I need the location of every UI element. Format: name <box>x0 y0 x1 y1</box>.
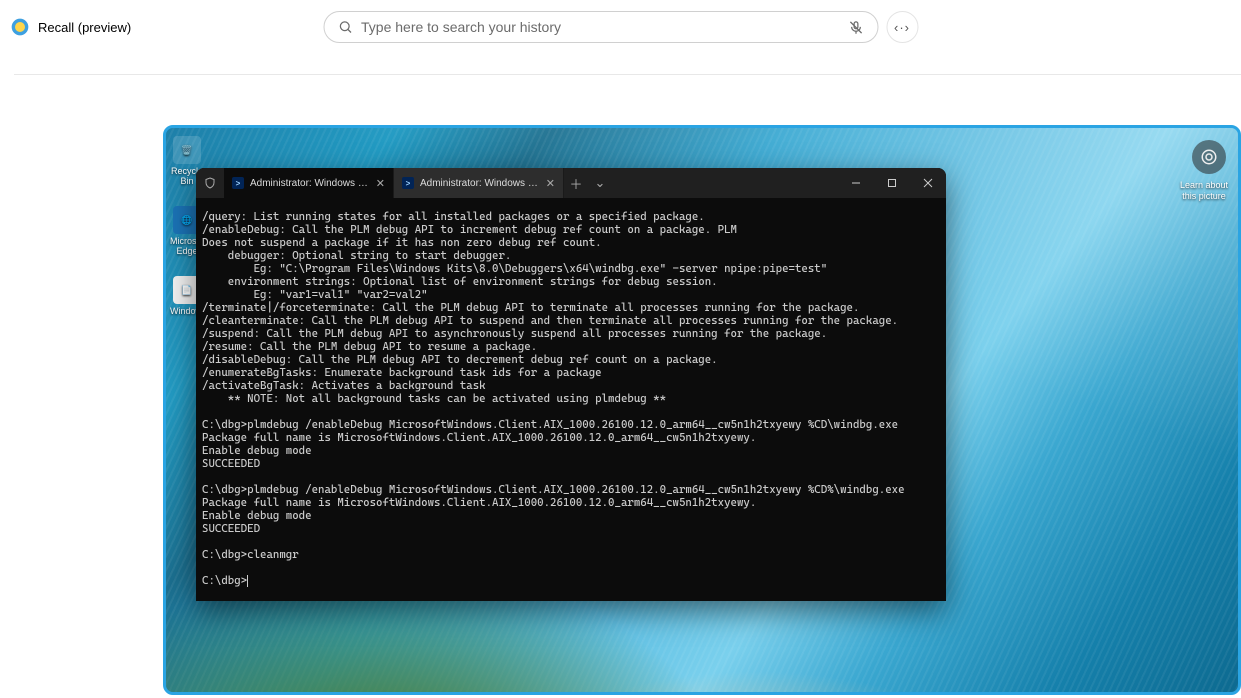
recall-logo-icon <box>10 17 30 37</box>
tab-dropdown-button[interactable]: ⌄ <box>588 175 612 191</box>
copilot-icon <box>1200 148 1218 166</box>
terminal-window: > Administrator: Windows Powe ✕ > Admini… <box>196 168 946 601</box>
terminal-output[interactable]: /query: List running states for all inst… <box>196 198 946 601</box>
window-controls <box>838 168 946 198</box>
close-icon <box>923 178 933 188</box>
recall-title: Recall (preview) <box>38 20 131 35</box>
powershell-icon: > <box>232 177 244 189</box>
powershell-icon: > <box>402 177 414 189</box>
terminal-titlebar[interactable]: > Administrator: Windows Powe ✕ > Admini… <box>196 168 946 198</box>
maximize-icon <box>887 178 897 188</box>
shield-icon <box>204 177 216 189</box>
search-placeholder: Type here to search your history <box>361 19 848 35</box>
maximize-button[interactable] <box>874 168 910 198</box>
recall-snapshot[interactable]: 🗑️ Recycle Bin 🌐 Microsoft Edge 📄 Window… <box>163 125 1241 695</box>
terminal-tabs: > Administrator: Windows Powe ✕ > Admini… <box>224 168 838 198</box>
terminal-system-menu[interactable] <box>196 177 224 189</box>
recall-header: Recall (preview) Type here to search you… <box>0 0 1241 54</box>
minimize-icon <box>851 178 861 188</box>
mic-off-icon[interactable] <box>848 20 863 35</box>
recycle-bin-icon: 🗑️ <box>173 136 201 164</box>
code-icon: ‹·› <box>894 20 910 35</box>
search-input[interactable]: Type here to search your history <box>323 11 878 43</box>
search-wrap: Type here to search your history ‹·› <box>323 11 918 43</box>
search-icon <box>338 20 353 35</box>
close-button[interactable] <box>910 168 946 198</box>
code-action-button[interactable]: ‹·› <box>886 11 918 43</box>
copilot-button[interactable] <box>1192 140 1226 174</box>
minimize-button[interactable] <box>838 168 874 198</box>
terminal-tab-1[interactable]: > Administrator: Windows Powe ✕ <box>224 168 394 198</box>
copilot-caption: Learn about this picture <box>1176 180 1232 202</box>
terminal-tab-2[interactable]: > Administrator: Windows Powe ✕ <box>394 168 564 198</box>
close-tab-icon[interactable]: ✕ <box>376 177 385 190</box>
close-tab-icon[interactable]: ✕ <box>546 177 555 190</box>
header-divider <box>14 74 1241 75</box>
new-tab-button[interactable]: ＋ <box>564 174 588 193</box>
